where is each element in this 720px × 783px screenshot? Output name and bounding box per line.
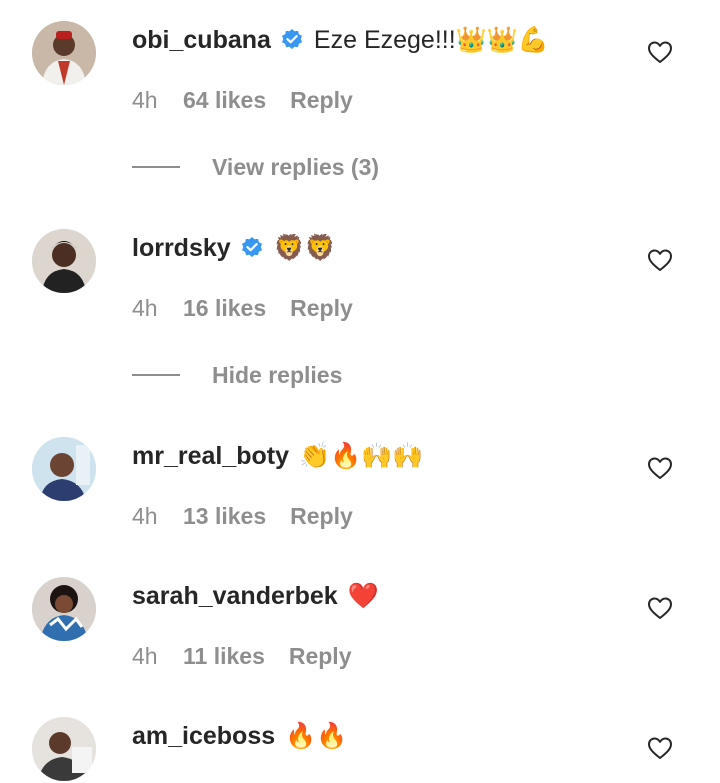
reply-button[interactable]: Reply [290, 503, 353, 530]
comment-meta: 4h 16 likes Reply [132, 293, 353, 323]
heart-outline-icon[interactable] [647, 596, 673, 620]
comment-header: mr_real_boty 👏🔥🙌🙌 [132, 438, 424, 474]
avatar[interactable] [32, 437, 96, 501]
avatar[interactable] [32, 229, 96, 293]
timestamp: 4h [132, 502, 158, 529]
divider [132, 374, 180, 376]
verified-badge-icon [280, 28, 304, 52]
reply-button[interactable]: Reply [289, 643, 352, 670]
comment-header: am_iceboss 🔥🔥 [132, 718, 347, 754]
divider [132, 166, 180, 168]
replies-toggle-label: View replies (3) [212, 153, 380, 180]
avatar[interactable] [32, 21, 96, 85]
reply-button[interactable]: Reply [290, 295, 353, 322]
likes-count[interactable]: 13 likes [183, 503, 266, 530]
heart-outline-icon[interactable] [647, 456, 673, 480]
heart-outline-icon[interactable] [647, 736, 673, 760]
username[interactable]: lorrdsky [132, 234, 231, 263]
likes-count[interactable]: 16 likes [183, 295, 266, 322]
likes-count[interactable]: 11 likes [183, 643, 265, 670]
comment-header: lorrdsky 🦁🦁 [132, 230, 336, 266]
likes-count[interactable]: 64 likes [183, 87, 266, 114]
replies-toggle-label: Hide replies [212, 361, 343, 388]
verified-badge-icon [240, 236, 264, 260]
comment-meta: 4h 13 likes Reply [132, 501, 353, 531]
comment-header: obi_cubana Eze Ezege!!!👑👑💪 [132, 22, 549, 58]
timestamp: 4h [132, 642, 158, 669]
comment-text: 👏🔥🙌🙌 [299, 441, 424, 470]
hide-replies-button[interactable]: Hide replies [132, 360, 342, 390]
username[interactable]: am_iceboss [132, 722, 275, 751]
comment-header: sarah_vanderbek ❤️ [132, 578, 379, 614]
username[interactable]: obi_cubana [132, 26, 271, 55]
view-replies-button[interactable]: View replies (3) [132, 152, 379, 182]
comment-meta: 4h 11 likes Reply [132, 641, 352, 671]
timestamp: 4h [132, 294, 158, 321]
comment-text: Eze Ezege!!!👑👑💪 [313, 25, 550, 54]
comment-meta: 4h 64 likes Reply [132, 85, 353, 115]
username[interactable]: sarah_vanderbek [132, 582, 338, 611]
avatar[interactable] [32, 717, 96, 781]
reply-button[interactable]: Reply [290, 87, 353, 114]
timestamp: 4h [132, 86, 158, 113]
comment-text: ❤️ [347, 581, 379, 610]
avatar[interactable] [32, 577, 96, 641]
comment-text: 🦁🦁 [273, 233, 336, 262]
username[interactable]: mr_real_boty [132, 442, 289, 471]
heart-outline-icon[interactable] [647, 248, 673, 272]
heart-outline-icon[interactable] [647, 40, 673, 64]
comment-text: 🔥🔥 [285, 721, 348, 750]
